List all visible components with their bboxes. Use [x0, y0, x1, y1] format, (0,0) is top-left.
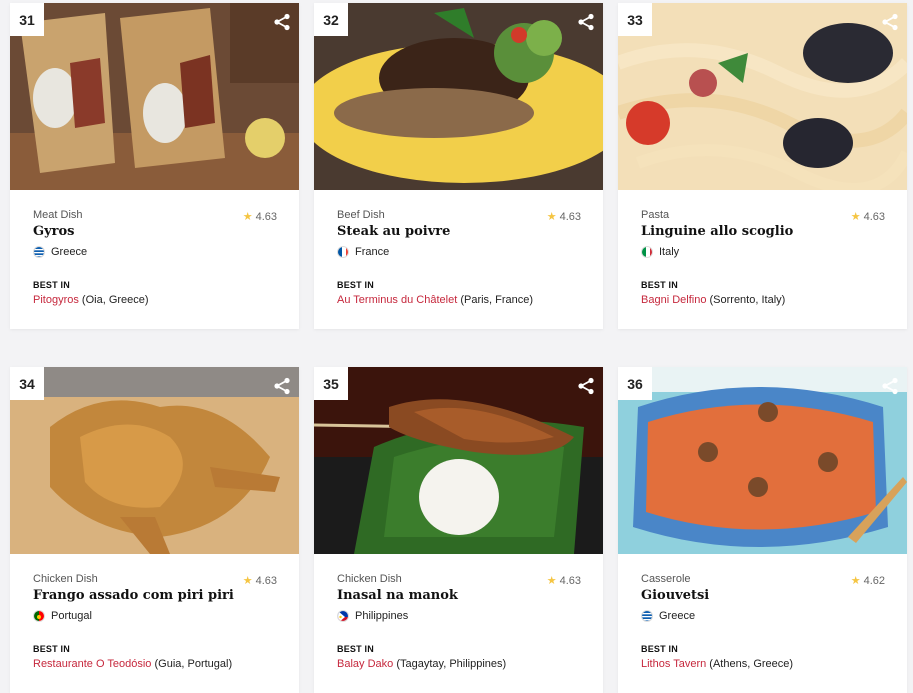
rating-value: 4.63 [559, 210, 581, 223]
restaurant-location: (Sorrento, Italy) [709, 294, 786, 306]
best-in-label: BEST IN [337, 644, 374, 654]
inasal-image [314, 367, 603, 554]
dish-card[interactable]: 36 Casserole ★ 4.62 Giouvetsi Greece BEST… [618, 367, 907, 693]
dish-photo-gyros[interactable]: 31 [10, 3, 299, 190]
star-icon: ★ [546, 211, 557, 223]
country-name: Portugal [51, 610, 92, 622]
rating-value: 4.63 [255, 574, 277, 587]
dish-country[interactable]: Philippines [337, 610, 585, 622]
best-in-place: Bagni Delfino (Sorrento, Italy) [641, 294, 889, 306]
country-name: Philippines [355, 610, 409, 622]
dish-photo-linguine[interactable]: 33 [618, 3, 907, 190]
rank-badge: 34 [10, 367, 44, 400]
dish-photo-steak[interactable]: 32 [314, 3, 603, 190]
dish-name[interactable]: Inasal na manok [337, 588, 585, 603]
rating-value: 4.63 [863, 210, 885, 223]
dish-name[interactable]: Steak au poivre [337, 224, 585, 239]
greece-flag-icon [641, 610, 653, 622]
star-icon: ★ [850, 211, 861, 223]
gyros-image [10, 3, 299, 190]
dish-card[interactable]: 32 Beef Dish ★ 4.63 Steak au poivre Franc… [314, 3, 603, 329]
restaurant-location: (Oia, Greece) [81, 294, 149, 306]
rank-badge: 36 [618, 367, 652, 400]
share-icon[interactable] [577, 377, 595, 395]
dish-name[interactable]: Gyros [33, 224, 281, 239]
rating: ★ 4.63 [850, 210, 885, 224]
rating: ★ 4.63 [546, 574, 581, 588]
share-icon[interactable] [577, 13, 595, 31]
best-in-label: BEST IN [641, 644, 678, 654]
rank-badge: 32 [314, 3, 348, 36]
dish-photo-giouvetsi[interactable]: 36 [618, 367, 907, 554]
rank-badge: 33 [618, 3, 652, 36]
restaurant-link[interactable]: Au Terminus du Châtelet [337, 294, 457, 306]
star-icon: ★ [850, 575, 861, 587]
rating: ★ 4.62 [850, 574, 885, 588]
dish-card[interactable]: 35 Chicken Dish ★ 4.63 Inasal na manok Ph… [314, 367, 603, 693]
restaurant-link[interactable]: Restaurante O Teodósio [33, 658, 151, 670]
country-name: France [355, 246, 390, 258]
country-name: Italy [659, 246, 680, 258]
dish-card[interactable]: 33 Pasta ★ 4.63 Linguine allo scoglio Ita… [618, 3, 907, 329]
frango-image [10, 367, 299, 554]
dish-country[interactable]: Greece [641, 610, 889, 622]
rating-value: 4.63 [255, 210, 277, 223]
restaurant-link[interactable]: Bagni Delfino [641, 294, 706, 306]
portugal-flag-icon [33, 610, 45, 622]
restaurant-location: (Athens, Greece) [709, 658, 794, 670]
steak-image [314, 3, 603, 190]
dish-country[interactable]: Greece [33, 246, 281, 258]
philippines-flag-icon [337, 610, 349, 622]
best-in-label: BEST IN [33, 644, 70, 654]
best-in-place: Lithos Tavern (Athens, Greece) [641, 658, 889, 670]
rank-badge: 35 [314, 367, 348, 400]
restaurant-location: (Paris, France) [460, 294, 534, 306]
star-icon: ★ [242, 575, 253, 587]
dish-name[interactable]: Linguine allo scoglio [641, 224, 889, 239]
restaurant-link[interactable]: Lithos Tavern [641, 658, 706, 670]
best-in-place: Restaurante O Teodósio (Guia, Portugal) [33, 658, 281, 670]
dish-country[interactable]: Portugal [33, 610, 281, 622]
best-in-place: Pitogyros (Oia, Greece) [33, 294, 281, 306]
rating: ★ 4.63 [242, 574, 277, 588]
dish-card[interactable]: 34 Chicken Dish ★ 4.63 Frango assado com … [10, 367, 299, 693]
best-in-label: BEST IN [33, 280, 70, 290]
dish-photo-frango[interactable]: 34 [10, 367, 299, 554]
dish-photo-inasal[interactable]: 35 [314, 367, 603, 554]
dish-country[interactable]: Italy [641, 246, 889, 258]
rank-badge: 31 [10, 3, 44, 36]
restaurant-link[interactable]: Pitogyros [33, 294, 79, 306]
restaurant-location: (Guia, Portugal) [154, 658, 233, 670]
giouvetsi-image [618, 367, 907, 554]
star-icon: ★ [242, 211, 253, 223]
share-icon[interactable] [273, 13, 291, 31]
greece-flag-icon [33, 246, 45, 258]
best-in-place: Au Terminus du Châtelet (Paris, France) [337, 294, 585, 306]
country-name: Greece [51, 246, 88, 258]
best-in-label: BEST IN [641, 280, 678, 290]
country-name: Greece [659, 610, 696, 622]
italy-flag-icon [641, 246, 653, 258]
rating: ★ 4.63 [242, 210, 277, 224]
linguine-image [618, 3, 907, 190]
best-in-label: BEST IN [337, 280, 374, 290]
share-icon[interactable] [881, 377, 899, 395]
rating-value: 4.62 [863, 574, 885, 587]
best-in-place: Balay Dako (Tagaytay, Philippines) [337, 658, 585, 670]
share-icon[interactable] [881, 13, 899, 31]
restaurant-location: (Tagaytay, Philippines) [396, 658, 507, 670]
dish-name[interactable]: Giouvetsi [641, 588, 889, 603]
share-icon[interactable] [273, 377, 291, 395]
france-flag-icon [337, 246, 349, 258]
star-icon: ★ [546, 575, 557, 587]
dish-name[interactable]: Frango assado com piri piri [33, 588, 281, 603]
dish-country[interactable]: France [337, 246, 585, 258]
dish-card[interactable]: 31 Meat Dish ★ 4.63 Gyros Greece BEST IN … [10, 3, 299, 329]
rating: ★ 4.63 [546, 210, 581, 224]
restaurant-link[interactable]: Balay Dako [337, 658, 393, 670]
rating-value: 4.63 [559, 574, 581, 587]
